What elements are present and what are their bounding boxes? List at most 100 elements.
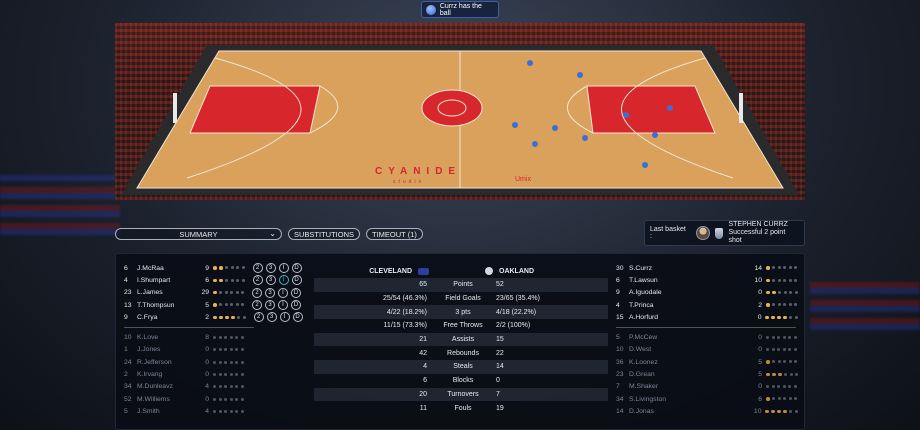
- player-number: 4: [124, 276, 128, 284]
- play-call-buttons: 23ID: [252, 300, 301, 311]
- rating-dot: [224, 373, 227, 377]
- rating-dot: [219, 278, 223, 283]
- play-call-button[interactable]: 3: [265, 300, 275, 311]
- view-select[interactable]: SUMMARY ⌄: [115, 228, 282, 240]
- player-row[interactable]: 4 T.Princa 2: [616, 299, 798, 311]
- rating-dots: [766, 385, 797, 389]
- player-number: 52: [124, 395, 132, 403]
- player-row[interactable]: 9 A.Iguodale 0: [616, 287, 798, 299]
- play-call-button[interactable]: D: [291, 263, 302, 274]
- player-row[interactable]: 24 R.Jefferson 0: [124, 356, 314, 368]
- play-call-button[interactable]: 3: [265, 287, 275, 298]
- player-row[interactable]: 36 K.Loonez 5: [616, 356, 798, 368]
- player-row[interactable]: 30 S.Currz 14: [616, 262, 798, 274]
- rating-dot: [218, 336, 222, 340]
- rating-dot: [235, 385, 238, 389]
- play-call-button[interactable]: 3: [265, 263, 276, 274]
- player-row[interactable]: 13 T.Thompsun 5 2 3 I D: [124, 299, 314, 311]
- player-marker: [623, 112, 629, 118]
- play-call-button[interactable]: D: [291, 275, 302, 286]
- stat-away-value: 23/65 (35.4%): [496, 295, 540, 303]
- rating-dots: [213, 290, 244, 295]
- player-points: 29: [201, 289, 209, 297]
- player-row[interactable]: 10 K.Love 8: [124, 331, 314, 343]
- rating-dot: [777, 348, 780, 352]
- player-row[interactable]: 9 C.Frya 2 2 3 I D: [124, 311, 314, 323]
- rating-dot: [788, 385, 791, 389]
- stat-home-value: 20: [419, 390, 427, 398]
- sponsor-logo: Umix: [515, 176, 531, 183]
- rating-dot: [213, 266, 217, 270]
- player-name: K.Loonez: [629, 358, 658, 366]
- stat-home-value: 11/15 (73.3%): [383, 322, 427, 330]
- play-call-buttons: 23ID: [252, 263, 302, 274]
- substitutions-button[interactable]: SUBSTITUTIONS: [288, 228, 361, 240]
- play-call-button[interactable]: 2: [252, 300, 262, 311]
- rating-dot: [783, 360, 786, 364]
- play-call-button[interactable]: D: [291, 287, 301, 298]
- player-points: 0: [758, 346, 762, 354]
- play-call-button[interactable]: D: [291, 300, 301, 311]
- court-view[interactable]: CYANIDE studio Umix: [115, 23, 805, 200]
- rating-dot: [771, 348, 775, 352]
- rating-dots: [766, 372, 798, 377]
- player-row[interactable]: 23 L.James 29 2 3 I D: [124, 287, 314, 299]
- play-call-button[interactable]: 2: [252, 275, 263, 286]
- play-call-button[interactable]: I: [278, 287, 288, 298]
- player-row[interactable]: 10 D.West 0: [616, 344, 798, 356]
- player-row[interactable]: 23 D.Grean 5: [616, 368, 798, 380]
- player-row[interactable]: 4 I.Shumpart 6 2 3 I D: [124, 274, 314, 286]
- rating-dot: [224, 397, 227, 401]
- player-row[interactable]: 5 P.McCew 0: [616, 331, 798, 343]
- stat-row: 4 Steals 14: [314, 360, 608, 374]
- play-call-button[interactable]: I: [278, 300, 288, 311]
- player-name: M.Shaker: [629, 383, 659, 391]
- rating-dots: [766, 348, 797, 352]
- player-row[interactable]: 5 J.Smith 4: [124, 405, 314, 417]
- timeout-button[interactable]: TIMEOUT (1): [366, 228, 423, 240]
- player-row[interactable]: 7 M.Shaker 0: [616, 381, 798, 393]
- rating-dot: [783, 278, 786, 282]
- player-marker: [532, 141, 538, 147]
- play-call-button[interactable]: 2: [253, 312, 264, 323]
- rating-dot: [766, 266, 770, 270]
- rating-dot: [772, 266, 775, 270]
- play-call-button[interactable]: I: [279, 312, 290, 323]
- player-name: I.Shumpart: [137, 276, 171, 284]
- play-call-button[interactable]: 3: [266, 312, 277, 323]
- rating-dot: [225, 266, 228, 270]
- player-row[interactable]: 2 K.Irvang 0: [124, 368, 314, 380]
- background-light-streaks-right: [810, 280, 920, 330]
- player-row[interactable]: 34 S.Livingston 6: [616, 393, 798, 405]
- play-call-button[interactable]: D: [292, 312, 303, 323]
- player-points: 5: [758, 358, 762, 366]
- player-row[interactable]: 1 J.Jones 0: [124, 344, 314, 356]
- rating-dot: [225, 278, 228, 282]
- player-row[interactable]: 6 J.McRaa 9 2 3 I D: [124, 262, 314, 274]
- rating-dots: [213, 266, 245, 270]
- stat-home-value: 4/22 (18.2%): [386, 308, 427, 316]
- rating-dot: [229, 348, 233, 352]
- play-call-button[interactable]: 2: [252, 287, 262, 298]
- play-call-button[interactable]: I: [278, 263, 289, 274]
- player-row[interactable]: 34 M.Dunleavz 4: [124, 381, 314, 393]
- rating-dot: [777, 266, 781, 270]
- player-number: 6: [124, 264, 128, 272]
- play-call-button[interactable]: 2: [252, 263, 263, 274]
- rating-dot: [793, 385, 797, 389]
- rating-dot: [795, 372, 798, 376]
- play-call-button[interactable]: I: [278, 275, 289, 286]
- rating-dot: [230, 303, 233, 307]
- play-call-button[interactable]: 3: [265, 275, 276, 286]
- stat-label: Assists: [451, 336, 475, 344]
- player-row[interactable]: 52 M.Williems 0: [124, 393, 314, 405]
- player-name: D.Jonas: [628, 407, 654, 415]
- player-row[interactable]: 15 A.Horfurd 0: [616, 311, 798, 323]
- player-row[interactable]: 14 D.Jonas 10: [616, 405, 798, 417]
- stats-header: CLEVELAND OAKLAND: [314, 264, 608, 278]
- player-number: 14: [616, 407, 624, 415]
- player-row[interactable]: 6 T.Lawsun 10: [616, 274, 798, 286]
- rating-dot: [772, 278, 775, 282]
- rating-dot: [789, 372, 793, 376]
- player-marker: [512, 122, 518, 128]
